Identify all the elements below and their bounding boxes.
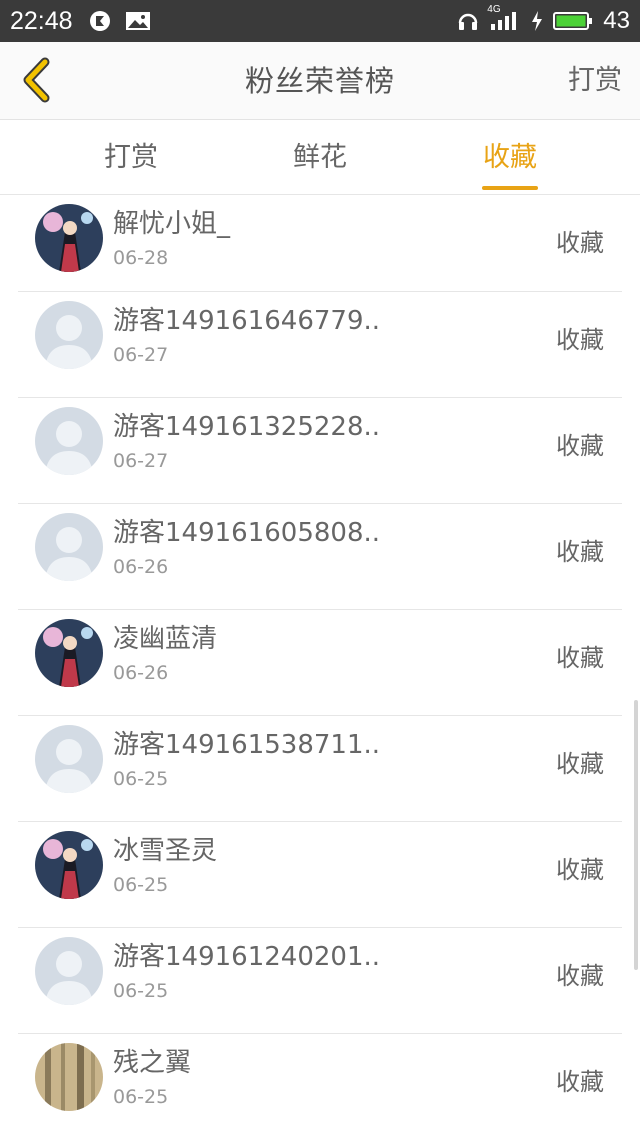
user-name: 游客149161240201.. bbox=[113, 942, 381, 972]
date-label: 06-25 bbox=[113, 874, 169, 896]
user-name: 解忧小姐_ bbox=[113, 209, 231, 239]
list-item[interactable]: 游客149161240201.. 06-25 收藏 bbox=[18, 928, 622, 1034]
avatar[interactable] bbox=[35, 407, 103, 475]
avatar[interactable] bbox=[35, 204, 103, 272]
action-label: 收藏 bbox=[556, 750, 604, 778]
list-item[interactable]: 游客149161605808.. 06-26 收藏 bbox=[18, 504, 622, 610]
nav-bar: 粉丝荣誉榜 打赏 bbox=[0, 42, 640, 120]
user-name: 冰雪圣灵 bbox=[113, 836, 218, 866]
action-label: 收藏 bbox=[556, 432, 604, 460]
action-label: 收藏 bbox=[556, 1068, 604, 1096]
battery-icon bbox=[553, 10, 593, 32]
list-item[interactable]: 冰雪圣灵 06-25 收藏 bbox=[18, 822, 622, 928]
date-label: 06-27 bbox=[113, 450, 169, 472]
signal-icon: 4G bbox=[487, 4, 521, 32]
status-time: 22:48 bbox=[10, 6, 73, 35]
user-name: 游客149161325228.. bbox=[113, 412, 381, 442]
avatar[interactable] bbox=[35, 301, 103, 369]
avatar[interactable] bbox=[35, 831, 103, 899]
avatar[interactable] bbox=[35, 725, 103, 793]
date-label: 06-26 bbox=[113, 662, 169, 684]
avatar[interactable] bbox=[35, 937, 103, 1005]
list-item[interactable]: 解忧小姐_ 06-28 收藏 bbox=[18, 195, 622, 292]
battery-level: 43 bbox=[603, 7, 630, 34]
date-label: 06-25 bbox=[113, 980, 169, 1002]
avatar[interactable] bbox=[35, 1043, 103, 1111]
page-title: 粉丝荣誉榜 bbox=[244, 64, 395, 98]
tab-reward[interactable]: 打赏 bbox=[71, 120, 191, 195]
charging-icon bbox=[531, 10, 543, 32]
avatar[interactable] bbox=[35, 619, 103, 687]
date-label: 06-27 bbox=[113, 344, 169, 366]
list-item[interactable]: 残之翼 06-25 收藏 bbox=[18, 1034, 622, 1138]
date-label: 06-28 bbox=[113, 247, 169, 269]
user-name: 凌幽蓝清 bbox=[113, 624, 218, 654]
user-name: 游客149161646779.. bbox=[113, 306, 381, 336]
active-tab-indicator bbox=[482, 186, 538, 190]
image-icon bbox=[125, 10, 151, 32]
chevron-left-icon bbox=[23, 57, 50, 103]
list-item[interactable]: 游客149161538711.. 06-25 收藏 bbox=[18, 716, 622, 822]
list-item[interactable]: 游客149161646779.. 06-27 收藏 bbox=[18, 292, 622, 398]
tab-flowers[interactable]: 鲜花 bbox=[260, 120, 380, 195]
list-item[interactable]: 凌幽蓝清 06-26 收藏 bbox=[18, 610, 622, 716]
user-name: 游客149161538711.. bbox=[113, 730, 381, 760]
date-label: 06-26 bbox=[113, 556, 169, 578]
reward-button[interactable]: 打赏 bbox=[568, 42, 622, 120]
action-label: 收藏 bbox=[556, 326, 604, 354]
scrollbar[interactable] bbox=[634, 700, 638, 970]
action-label: 收藏 bbox=[556, 229, 604, 257]
date-label: 06-25 bbox=[113, 1086, 169, 1108]
back-button[interactable] bbox=[14, 56, 58, 104]
date-label: 06-25 bbox=[113, 768, 169, 790]
user-name: 游客149161605808.. bbox=[113, 518, 381, 548]
action-label: 收藏 bbox=[556, 962, 604, 990]
list-item[interactable]: 游客149161325228.. 06-27 收藏 bbox=[18, 398, 622, 504]
action-label: 收藏 bbox=[556, 856, 604, 884]
user-name: 残之翼 bbox=[113, 1048, 192, 1078]
tab-bar: 打赏 鲜花 收藏 bbox=[0, 120, 640, 195]
action-label: 收藏 bbox=[556, 644, 604, 672]
network-type: 4G bbox=[487, 4, 501, 15]
action-label: 收藏 bbox=[556, 538, 604, 566]
fan-list[interactable]: 解忧小姐_ 06-28 收藏 游客149161646779.. 06-27 收藏 游客149… bbox=[0, 195, 640, 1138]
tab-collect[interactable]: 收藏 bbox=[450, 120, 570, 195]
app-notification-icon bbox=[89, 10, 111, 32]
avatar[interactable] bbox=[35, 513, 103, 581]
status-bar: 22:48 4G 43 bbox=[0, 0, 640, 42]
headphones-icon bbox=[457, 10, 479, 32]
